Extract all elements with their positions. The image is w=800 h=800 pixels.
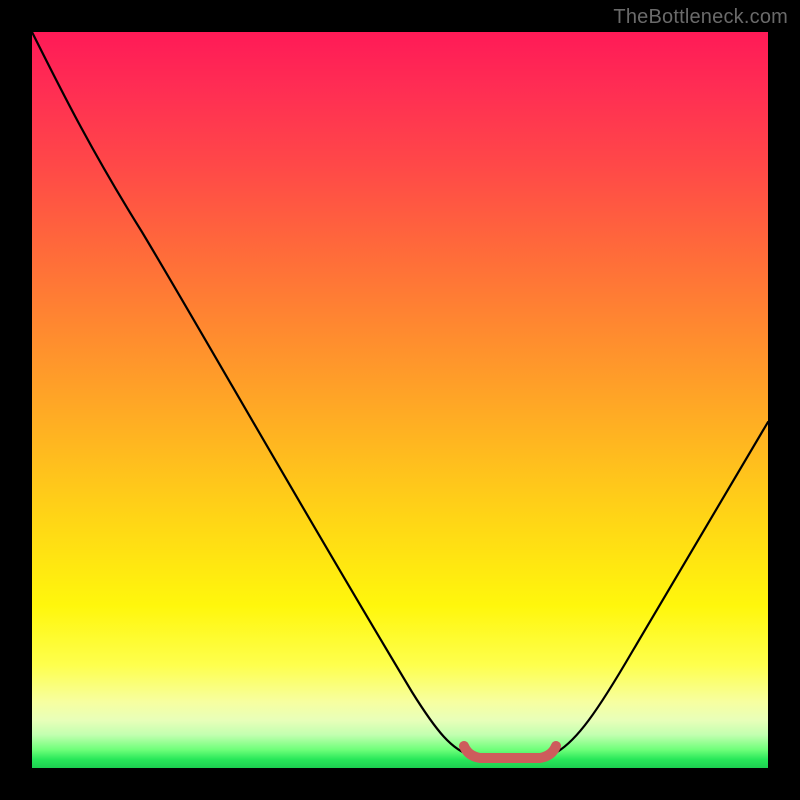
- minimum-marker: [464, 746, 556, 758]
- chart-frame: TheBottleneck.com: [0, 0, 800, 800]
- bottleneck-curve: [32, 32, 768, 768]
- curve-path: [32, 32, 768, 760]
- plot-area: [32, 32, 768, 768]
- attribution-text: TheBottleneck.com: [613, 6, 788, 29]
